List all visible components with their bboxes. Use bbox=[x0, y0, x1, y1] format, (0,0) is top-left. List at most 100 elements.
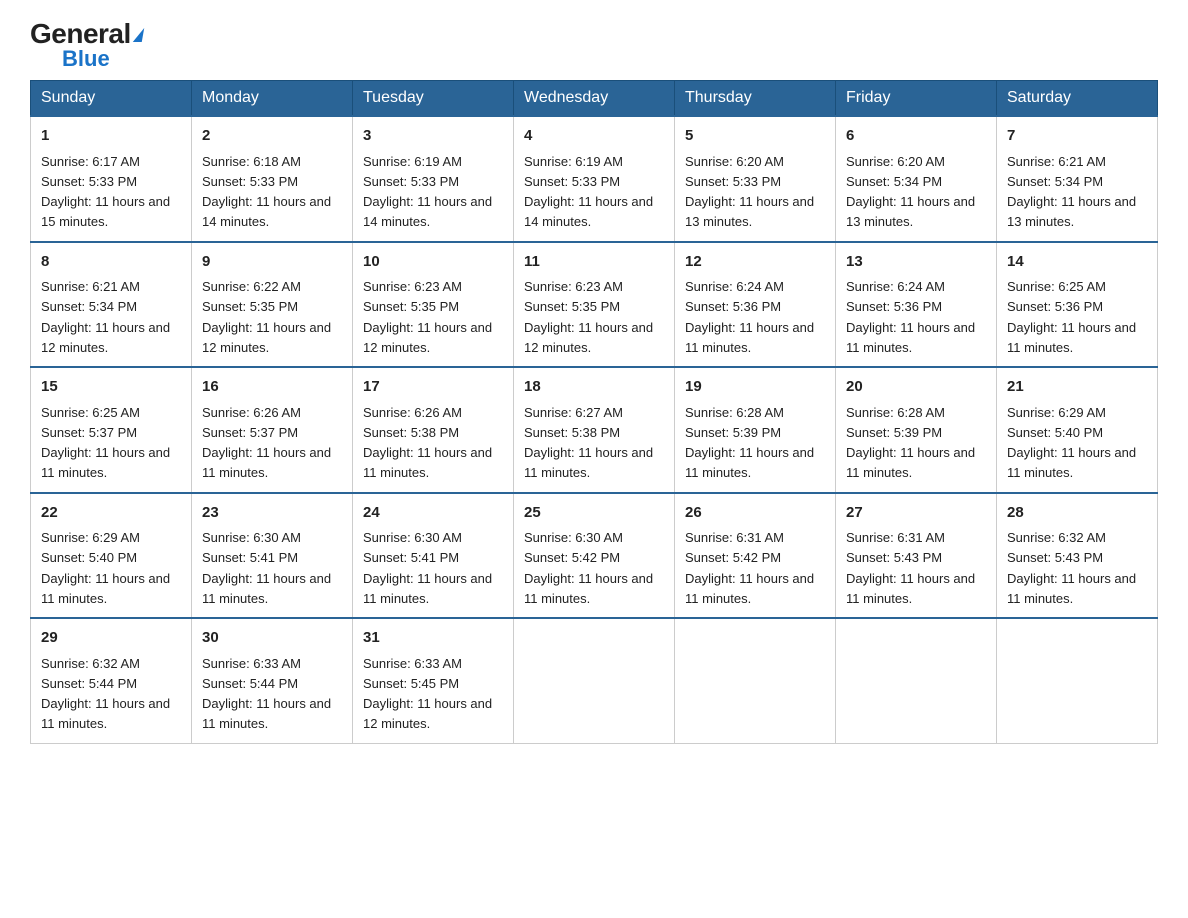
calendar-cell: 3Sunrise: 6:19 AMSunset: 5:33 PMDaylight… bbox=[353, 116, 514, 242]
calendar-cell: 20Sunrise: 6:28 AMSunset: 5:39 PMDayligh… bbox=[836, 367, 997, 493]
day-info: Sunrise: 6:19 AMSunset: 5:33 PMDaylight:… bbox=[363, 154, 492, 230]
logo: General Blue bbox=[30, 20, 143, 70]
calendar-header: SundayMondayTuesdayWednesdayThursdayFrid… bbox=[31, 81, 1158, 117]
day-info: Sunrise: 6:31 AMSunset: 5:42 PMDaylight:… bbox=[685, 530, 814, 606]
weekday-thursday: Thursday bbox=[675, 81, 836, 117]
calendar-cell: 13 Sunrise: 6:24 AMSunset: 5:36 PMDayligh… bbox=[836, 242, 997, 368]
day-info: Sunrise: 6:32 AMSunset: 5:43 PMDaylight:… bbox=[1007, 530, 1136, 606]
day-info: Sunrise: 6:28 AMSunset: 5:39 PMDaylight:… bbox=[685, 405, 814, 481]
day-number: 17 bbox=[363, 376, 503, 399]
day-number: 10 bbox=[363, 251, 503, 274]
day-number: 19 bbox=[685, 376, 825, 399]
calendar-cell: 10 Sunrise: 6:23 AMSunset: 5:35 PMDayligh… bbox=[353, 242, 514, 368]
calendar-cell: 5Sunrise: 6:20 AMSunset: 5:33 PMDaylight… bbox=[675, 116, 836, 242]
calendar-cell bbox=[514, 618, 675, 743]
calendar-cell: 6Sunrise: 6:20 AMSunset: 5:34 PMDaylight… bbox=[836, 116, 997, 242]
calendar-cell: 15 Sunrise: 6:25 AMSunset: 5:37 PMDayligh… bbox=[31, 367, 192, 493]
calendar-cell: 30 Sunrise: 6:33 AMSunset: 5:44 PMDayligh… bbox=[192, 618, 353, 743]
calendar-week-2: 8 Sunrise: 6:21 AMSunset: 5:34 PMDaylight… bbox=[31, 242, 1158, 368]
calendar-cell: 11Sunrise: 6:23 AMSunset: 5:35 PMDayligh… bbox=[514, 242, 675, 368]
calendar-week-1: 1Sunrise: 6:17 AMSunset: 5:33 PMDaylight… bbox=[31, 116, 1158, 242]
day-number: 15 bbox=[41, 376, 181, 399]
day-info: Sunrise: 6:29 AMSunset: 5:40 PMDaylight:… bbox=[41, 530, 170, 606]
day-number: 8 bbox=[41, 251, 181, 274]
calendar-cell: 18 Sunrise: 6:27 AMSunset: 5:38 PMDayligh… bbox=[514, 367, 675, 493]
weekday-tuesday: Tuesday bbox=[353, 81, 514, 117]
calendar-cell bbox=[836, 618, 997, 743]
day-info: Sunrise: 6:32 AMSunset: 5:44 PMDaylight:… bbox=[41, 656, 170, 732]
day-number: 9 bbox=[202, 251, 342, 274]
calendar-week-3: 15 Sunrise: 6:25 AMSunset: 5:37 PMDayligh… bbox=[31, 367, 1158, 493]
day-info: Sunrise: 6:20 AMSunset: 5:33 PMDaylight:… bbox=[685, 154, 814, 230]
calendar-cell: 2Sunrise: 6:18 AMSunset: 5:33 PMDaylight… bbox=[192, 116, 353, 242]
calendar-cell: 25Sunrise: 6:30 AMSunset: 5:42 PMDayligh… bbox=[514, 493, 675, 619]
logo-blue-text: Blue bbox=[62, 46, 110, 71]
calendar-cell: 23 Sunrise: 6:30 AMSunset: 5:41 PMDayligh… bbox=[192, 493, 353, 619]
day-number: 12 bbox=[685, 251, 825, 274]
day-info: Sunrise: 6:25 AMSunset: 5:36 PMDaylight:… bbox=[1007, 279, 1136, 355]
day-number: 16 bbox=[202, 376, 342, 399]
calendar-cell: 27 Sunrise: 6:31 AMSunset: 5:43 PMDayligh… bbox=[836, 493, 997, 619]
day-number: 24 bbox=[363, 502, 503, 525]
day-number: 18 bbox=[524, 376, 664, 399]
day-info: Sunrise: 6:30 AMSunset: 5:41 PMDaylight:… bbox=[363, 530, 492, 606]
day-info: Sunrise: 6:30 AMSunset: 5:41 PMDaylight:… bbox=[202, 530, 331, 606]
calendar-cell: 31 Sunrise: 6:33 AMSunset: 5:45 PMDayligh… bbox=[353, 618, 514, 743]
calendar-cell: 7 Sunrise: 6:21 AMSunset: 5:34 PMDaylight… bbox=[997, 116, 1158, 242]
logo-general-text: General bbox=[30, 20, 143, 48]
calendar-cell: 1Sunrise: 6:17 AMSunset: 5:33 PMDaylight… bbox=[31, 116, 192, 242]
day-number: 13 bbox=[846, 251, 986, 274]
calendar-cell: 29 Sunrise: 6:32 AMSunset: 5:44 PMDayligh… bbox=[31, 618, 192, 743]
day-info: Sunrise: 6:23 AMSunset: 5:35 PMDaylight:… bbox=[363, 279, 492, 355]
day-number: 14 bbox=[1007, 251, 1147, 274]
day-number: 30 bbox=[202, 627, 342, 650]
day-info: Sunrise: 6:31 AMSunset: 5:43 PMDaylight:… bbox=[846, 530, 975, 606]
weekday-monday: Monday bbox=[192, 81, 353, 117]
day-info: Sunrise: 6:27 AMSunset: 5:38 PMDaylight:… bbox=[524, 405, 653, 481]
day-info: Sunrise: 6:33 AMSunset: 5:45 PMDaylight:… bbox=[363, 656, 492, 732]
day-info: Sunrise: 6:30 AMSunset: 5:42 PMDaylight:… bbox=[524, 530, 653, 606]
day-number: 6 bbox=[846, 125, 986, 148]
day-info: Sunrise: 6:17 AMSunset: 5:33 PMDaylight:… bbox=[41, 154, 170, 230]
calendar-body: 1Sunrise: 6:17 AMSunset: 5:33 PMDaylight… bbox=[31, 116, 1158, 743]
day-number: 31 bbox=[363, 627, 503, 650]
calendar-cell: 17 Sunrise: 6:26 AMSunset: 5:38 PMDayligh… bbox=[353, 367, 514, 493]
day-info: Sunrise: 6:19 AMSunset: 5:33 PMDaylight:… bbox=[524, 154, 653, 230]
day-info: Sunrise: 6:21 AMSunset: 5:34 PMDaylight:… bbox=[1007, 154, 1136, 230]
calendar-cell: 8 Sunrise: 6:21 AMSunset: 5:34 PMDaylight… bbox=[31, 242, 192, 368]
day-info: Sunrise: 6:23 AMSunset: 5:35 PMDaylight:… bbox=[524, 279, 653, 355]
day-info: Sunrise: 6:28 AMSunset: 5:39 PMDaylight:… bbox=[846, 405, 975, 481]
weekday-sunday: Sunday bbox=[31, 81, 192, 117]
calendar-cell: 28Sunrise: 6:32 AMSunset: 5:43 PMDayligh… bbox=[997, 493, 1158, 619]
day-info: Sunrise: 6:26 AMSunset: 5:38 PMDaylight:… bbox=[363, 405, 492, 481]
day-info: Sunrise: 6:21 AMSunset: 5:34 PMDaylight:… bbox=[41, 279, 170, 355]
calendar-cell: 12 Sunrise: 6:24 AMSunset: 5:36 PMDayligh… bbox=[675, 242, 836, 368]
logo-triangle-icon bbox=[133, 28, 144, 42]
page-header: General Blue bbox=[30, 20, 1158, 70]
day-info: Sunrise: 6:22 AMSunset: 5:35 PMDaylight:… bbox=[202, 279, 331, 355]
weekday-wednesday: Wednesday bbox=[514, 81, 675, 117]
calendar-cell: 19 Sunrise: 6:28 AMSunset: 5:39 PMDayligh… bbox=[675, 367, 836, 493]
day-info: Sunrise: 6:24 AMSunset: 5:36 PMDaylight:… bbox=[685, 279, 814, 355]
day-number: 29 bbox=[41, 627, 181, 650]
day-number: 23 bbox=[202, 502, 342, 525]
day-number: 27 bbox=[846, 502, 986, 525]
calendar-table: SundayMondayTuesdayWednesdayThursdayFrid… bbox=[30, 80, 1158, 744]
day-number: 7 bbox=[1007, 125, 1147, 148]
calendar-cell: 26Sunrise: 6:31 AMSunset: 5:42 PMDayligh… bbox=[675, 493, 836, 619]
calendar-cell: 21Sunrise: 6:29 AMSunset: 5:40 PMDayligh… bbox=[997, 367, 1158, 493]
day-info: Sunrise: 6:26 AMSunset: 5:37 PMDaylight:… bbox=[202, 405, 331, 481]
weekday-header-row: SundayMondayTuesdayWednesdayThursdayFrid… bbox=[31, 81, 1158, 117]
calendar-cell bbox=[997, 618, 1158, 743]
weekday-saturday: Saturday bbox=[997, 81, 1158, 117]
calendar-cell: 4Sunrise: 6:19 AMSunset: 5:33 PMDaylight… bbox=[514, 116, 675, 242]
calendar-cell: 9 Sunrise: 6:22 AMSunset: 5:35 PMDaylight… bbox=[192, 242, 353, 368]
calendar-cell: 22Sunrise: 6:29 AMSunset: 5:40 PMDayligh… bbox=[31, 493, 192, 619]
day-info: Sunrise: 6:18 AMSunset: 5:33 PMDaylight:… bbox=[202, 154, 331, 230]
calendar-cell: 14 Sunrise: 6:25 AMSunset: 5:36 PMDayligh… bbox=[997, 242, 1158, 368]
day-info: Sunrise: 6:25 AMSunset: 5:37 PMDaylight:… bbox=[41, 405, 170, 481]
day-info: Sunrise: 6:24 AMSunset: 5:36 PMDaylight:… bbox=[846, 279, 975, 355]
day-info: Sunrise: 6:33 AMSunset: 5:44 PMDaylight:… bbox=[202, 656, 331, 732]
calendar-week-4: 22Sunrise: 6:29 AMSunset: 5:40 PMDayligh… bbox=[31, 493, 1158, 619]
calendar-week-5: 29 Sunrise: 6:32 AMSunset: 5:44 PMDayligh… bbox=[31, 618, 1158, 743]
